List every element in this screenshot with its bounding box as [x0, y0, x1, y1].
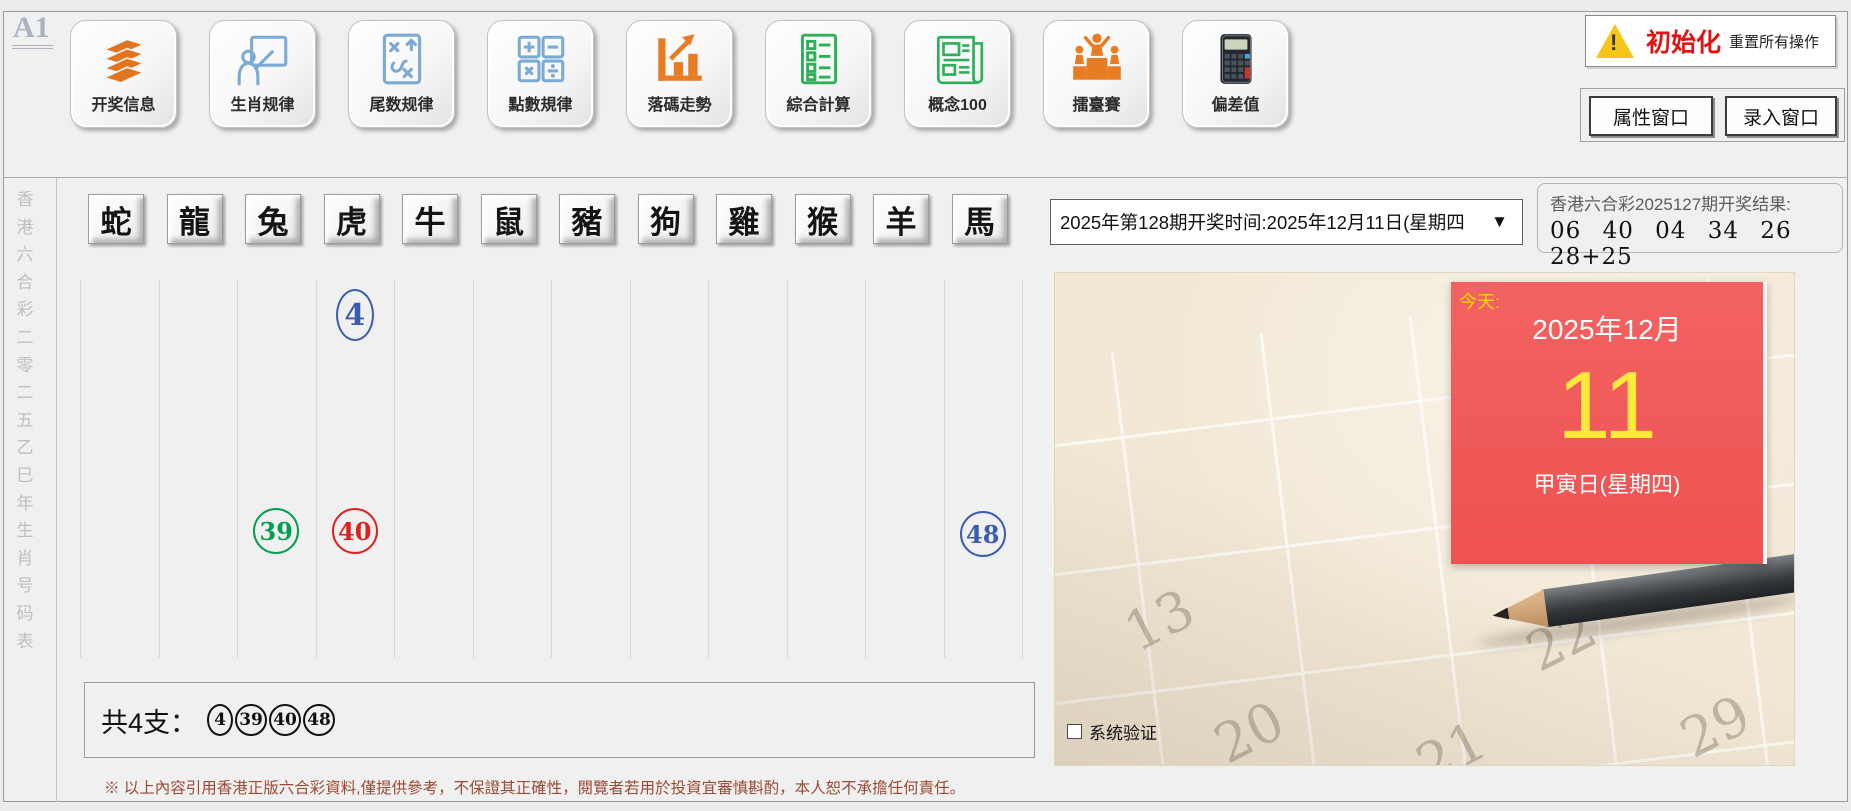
- latest-result-box: 香港六合彩2025127期开奖结果: 06 40 04 34 26 28+25: [1537, 183, 1843, 270]
- zodiac-button[interactable]: 豬: [559, 194, 615, 244]
- grid-column-line: [158, 280, 160, 658]
- summary-number: 4: [207, 704, 234, 736]
- initialize-button[interactable]: 初始化 重置所有操作: [1585, 15, 1836, 67]
- toolbar-button-label: 偏差值: [1211, 97, 1260, 114]
- system-verify-label: 系统验证: [1089, 724, 1157, 743]
- podium-icon: [1068, 30, 1126, 88]
- toolbar-button[interactable]: 概念100: [904, 20, 1011, 128]
- grid-column-line: [80, 280, 81, 658]
- grid-column-line: [708, 280, 709, 658]
- summary-label: 共4支：: [101, 707, 198, 738]
- toolbar-button[interactable]: 落碼走勢: [626, 20, 733, 128]
- disclaimer-text: ※ 以上內容引用香港正版六合彩資料,僅提供參考，不保證其正確性，閱覽者若用於投資…: [104, 780, 966, 797]
- initialize-subtitle: 重置所有操作: [1729, 33, 1820, 51]
- window-buttons-group: 属性窗口 录入窗口: [1580, 88, 1845, 142]
- summary-box: 共4支： 4 39 40 48: [84, 682, 1035, 758]
- toolbar-button-label: 开奖信息: [91, 97, 156, 114]
- zodiac-button[interactable]: 鼠: [480, 194, 537, 244]
- draw-period-dropdown[interactable]: 2025年第128期开奖时间:2025年12月11日(星期四 ▼: [1050, 199, 1523, 245]
- checkbox-icon[interactable]: [1067, 724, 1082, 739]
- summary-number: 40: [269, 704, 302, 736]
- zodiac-button[interactable]: 牛: [402, 194, 458, 244]
- summary-number: 48: [303, 704, 336, 736]
- summary-numbers: 4 39 40 48: [207, 704, 337, 736]
- today-day-info: 甲寅日(星期四): [1533, 471, 1681, 497]
- zodiac-button[interactable]: 狗: [637, 194, 694, 244]
- zodiac-button[interactable]: 蛇: [88, 194, 144, 244]
- grid-column-line: [1022, 280, 1023, 658]
- properties-window-button[interactable]: 属性窗口: [1589, 96, 1713, 136]
- zodiac-button[interactable]: 猴: [794, 194, 851, 244]
- sidebar-vertical-title: 香 港 六 合 彩 二 零 二 五 乙 巳 年 生 肖 号 码 表: [16, 190, 34, 651]
- toolbar-separator: [3, 177, 1848, 178]
- toolbar-button[interactable]: 偏差值: [1182, 20, 1289, 128]
- zodiac-button[interactable]: 虎: [323, 194, 380, 244]
- content-left-border: [56, 178, 57, 802]
- grid-column-line: [865, 280, 866, 658]
- toolbar-button-label: 擂臺賽: [1072, 97, 1121, 114]
- zodiac-button[interactable]: 兔: [245, 194, 301, 244]
- toolbar-button[interactable]: 尾数规律: [348, 20, 455, 128]
- grid-column-line: [472, 280, 474, 658]
- books-icon: [95, 30, 153, 88]
- calculator-icon: [1207, 30, 1265, 88]
- newspaper-icon: [929, 30, 987, 88]
- checklist-icon: [790, 30, 848, 88]
- presenter-icon: [234, 30, 292, 88]
- grid-number: 39: [253, 508, 300, 554]
- summary-number: 39: [235, 704, 268, 736]
- calendar-panel: 13 20 21 22 29 今天: 2025年12月 11 甲寅日(星期四) 系统验证: [1054, 272, 1795, 766]
- math-ops-icon: [512, 30, 570, 88]
- system-verify-checkbox[interactable]: 系统验证: [1067, 719, 1157, 744]
- grid-column-line: [629, 280, 631, 658]
- grid-column-line: [943, 280, 945, 658]
- toolbar-button-label: 尾数规律: [369, 97, 434, 114]
- zodiac-button[interactable]: 馬: [951, 194, 1008, 244]
- toolbar-button-label: 概念100: [928, 97, 987, 114]
- toolbar-button[interactable]: 點數規律: [487, 20, 594, 128]
- grid-column-line: [786, 280, 788, 658]
- toolbar-button[interactable]: 开奖信息: [70, 20, 177, 128]
- toolbar-button-label: 生肖规律: [230, 97, 295, 114]
- today-day-number: 11: [1557, 352, 1657, 459]
- grid-number: 40: [331, 508, 378, 554]
- chevron-down-icon[interactable]: ▼: [1491, 212, 1508, 232]
- grid-column-line: [394, 280, 395, 658]
- toolbar-button-label: 落碼走勢: [647, 97, 712, 114]
- today-date-card: 今天: 2025年12月 11 甲寅日(星期四): [1451, 282, 1767, 564]
- zodiac-button[interactable]: 龍: [166, 194, 223, 244]
- grid-number: 4: [335, 289, 374, 341]
- grid-column-line: [237, 280, 238, 658]
- toolbar-button-label: 點數規律: [508, 97, 573, 114]
- draw-period-value: 2025年第128期开奖时间:2025年12月11日(星期四: [1060, 212, 1465, 233]
- toolbar-button-label: 綜合計算: [786, 97, 851, 114]
- toolbar-button[interactable]: 生肖规律: [209, 20, 316, 128]
- latest-result-title: 香港六合彩2025127期开奖结果:: [1550, 195, 1791, 214]
- grid-column-line: [315, 280, 317, 658]
- strategy-icon: [373, 30, 431, 88]
- today-label: 今天:: [1459, 292, 1501, 312]
- app-logo: A1: [12, 12, 53, 49]
- zodiac-button[interactable]: 雞: [716, 194, 772, 244]
- initialize-label: 初始化: [1646, 29, 1722, 57]
- bar-chart-icon: [651, 30, 709, 88]
- toolbar-button[interactable]: 擂臺賽: [1043, 20, 1150, 128]
- entry-window-button[interactable]: 录入窗口: [1725, 96, 1837, 136]
- grid-number: 48: [959, 511, 1006, 557]
- toolbar-button[interactable]: 綜合計算: [765, 20, 872, 128]
- latest-result-numbers: 06 40 04 34 26 28+25: [1550, 218, 1792, 270]
- zodiac-button[interactable]: 羊: [873, 194, 929, 244]
- grid-column-line: [551, 280, 552, 658]
- warning-icon: [1596, 24, 1634, 58]
- today-month: 2025年12月: [1532, 314, 1682, 345]
